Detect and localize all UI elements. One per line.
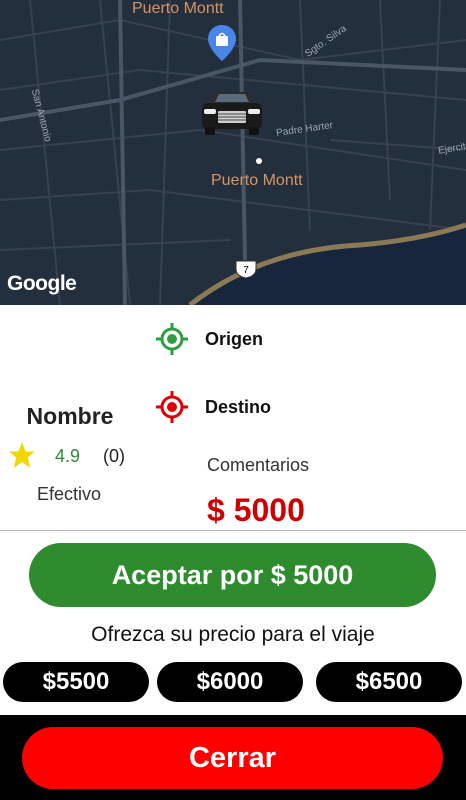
map-city-label-center: Puerto Montt [211, 172, 303, 189]
destination-label: Destino [205, 396, 272, 417]
current-location-dot [256, 158, 262, 164]
bottom-bar: Cerrar [0, 715, 466, 800]
driver-rating: 4.9 [55, 446, 81, 466]
close-button[interactable]: Cerrar [22, 727, 443, 789]
price-option-button[interactable]: $5500 [3, 662, 149, 702]
offer-prompt: Ofrezca su precio para el viaje [91, 623, 375, 646]
route-shield-icon: 7 [235, 260, 257, 279]
destination-target-icon [156, 391, 188, 423]
destination-row[interactable]: Destino [156, 391, 271, 423]
trip-price: $ 5000 [207, 492, 305, 528]
comments-label: Comentarios [207, 455, 310, 475]
svg-text:7: 7 [243, 265, 249, 276]
origin-row[interactable]: Origen [156, 323, 263, 355]
map-city-label: Puerto Montt [132, 0, 224, 17]
accept-button[interactable]: Aceptar por $ 5000 [29, 543, 436, 607]
trip-request-panel: Origen Destino Nombre 4.9 (0) Efectivo C… [0, 305, 466, 715]
origin-target-icon [156, 323, 188, 355]
rating-count: (0) [103, 446, 125, 466]
price-option-button[interactable]: $6000 [157, 662, 303, 702]
google-logo: Google [7, 272, 77, 295]
star-icon [9, 442, 35, 468]
map-view[interactable]: Puerto Montt Puerto Montt Sgto. Silva Pa… [0, 0, 466, 305]
driver-name: Nombre [26, 403, 114, 429]
payment-method: Efectivo [36, 484, 102, 504]
price-option-button[interactable]: $6500 [316, 662, 462, 702]
car-icon [202, 92, 262, 135]
origin-label: Origen [205, 328, 264, 349]
shopping-pin-icon[interactable] [207, 24, 237, 62]
divider [0, 530, 466, 531]
